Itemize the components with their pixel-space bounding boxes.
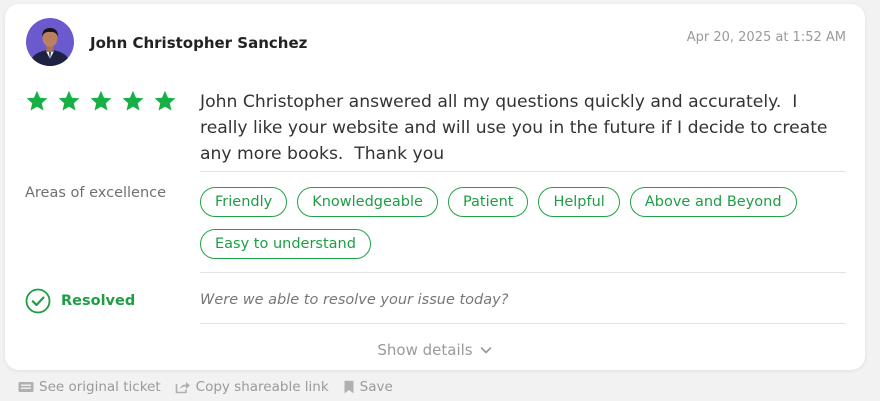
- tag-helpful: Helpful: [538, 187, 620, 217]
- see-original-ticket-label: See original ticket: [39, 379, 161, 395]
- avatar-image: [26, 18, 74, 66]
- divider: [200, 171, 846, 172]
- star-icon: [58, 90, 80, 111]
- star-icon: [26, 90, 48, 111]
- star-icon: [154, 90, 176, 111]
- chevron-down-icon: [480, 347, 491, 354]
- review-text: John Christopher answered all my questio…: [200, 92, 833, 164]
- tag-easy-to-understand: Easy to understand: [200, 229, 371, 259]
- tag-knowledgeable: Knowledgeable: [297, 187, 438, 217]
- reviewer-name: John Christopher Sanchez: [90, 34, 308, 52]
- resolution-question: Were we able to resolve your issue today…: [200, 292, 509, 308]
- show-details-label: Show details: [377, 341, 473, 359]
- review-timestamp: Apr 20, 2025 at 1:52 AM: [686, 30, 846, 45]
- bookmark-icon: [344, 380, 354, 394]
- tag-patient: Patient: [447, 187, 529, 217]
- check-circle-icon: [25, 288, 51, 314]
- tag-friendly: Friendly: [200, 187, 288, 217]
- copy-shareable-link-button[interactable]: Copy shareable link: [175, 379, 329, 395]
- divider: [200, 272, 846, 273]
- copy-shareable-link-label: Copy shareable link: [195, 379, 329, 395]
- excellence-tags: Friendly Knowledgeable Patient Helpful A…: [200, 187, 846, 259]
- review-card: John Christopher Sanchez Apr 20, 2025 at…: [5, 4, 865, 370]
- star-icon: [122, 90, 144, 111]
- ticket-icon: [18, 382, 34, 392]
- save-button[interactable]: Save: [343, 379, 393, 395]
- save-label: Save: [359, 379, 393, 395]
- star-rating: [25, 89, 177, 113]
- divider: [200, 323, 846, 324]
- share-icon: [175, 382, 190, 394]
- resolved-label: Resolved: [61, 293, 136, 309]
- avatar: [26, 18, 74, 66]
- review-actions: See original ticket Copy shareable link …: [18, 379, 393, 395]
- areas-of-excellence-label: Areas of excellence: [25, 185, 167, 201]
- star-icon: [90, 90, 112, 111]
- see-original-ticket-link[interactable]: See original ticket: [18, 379, 161, 395]
- resolved-status: Resolved: [25, 288, 135, 314]
- show-details-button[interactable]: Show details: [5, 341, 865, 359]
- tag-above-and-beyond: Above and Beyond: [629, 187, 797, 217]
